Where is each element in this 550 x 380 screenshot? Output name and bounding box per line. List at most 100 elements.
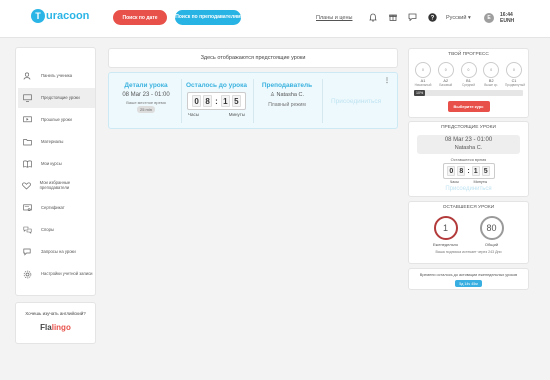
weekly-remaining: 1 Еженедельно [423, 216, 469, 247]
language-selector[interactable]: Русский ▾ [446, 15, 471, 21]
divider [253, 79, 254, 123]
divider [322, 79, 323, 123]
language-label: Русский [446, 15, 467, 21]
total-remaining: 80 Общий [469, 216, 515, 247]
sidebar-item-student-panel[interactable]: Панель ученика [18, 66, 95, 86]
progress-percent: 10% [416, 91, 424, 95]
user-icon [20, 72, 34, 80]
join-lesson-status[interactable]: Присоединиться [331, 98, 381, 105]
sidebar-item-label: Настройки учетной записи [41, 270, 93, 276]
flalingo-logo-part1: Fla [40, 323, 52, 332]
level-c1: 0 C1 Продвинутый [505, 62, 525, 87]
level-circle: 0 [506, 62, 522, 78]
sidebar: Панель ученика Предстоящие уроки Прошлые… [15, 47, 96, 296]
sidebar-item-disputes[interactable]: Споры [18, 220, 95, 240]
countdown-timer: 0 8 : 1 5 [187, 92, 246, 110]
upcoming-timer-units: Часы Минуты [443, 180, 495, 184]
chevron-down-icon: ▾ [467, 15, 471, 21]
level-name: Средний [462, 83, 475, 87]
timer-digit: 5 [481, 166, 490, 176]
svg-text:?: ? [430, 15, 434, 21]
level-circle: 0 [460, 62, 477, 78]
avatar[interactable]: E [484, 13, 494, 23]
level-name: Начальный [414, 83, 432, 87]
promo-question: Хочешь изучать английский? [25, 311, 86, 316]
person-icon: ♙ [270, 92, 275, 98]
book-icon [20, 160, 34, 168]
promo-card[interactable]: Хочешь изучать английский? Flalingo [15, 302, 96, 344]
teacher-name-row[interactable]: ♙ Natasha C. [255, 92, 319, 98]
level-b1: 0 B1 Средний [460, 62, 478, 87]
activation-text: Времени осталось до активации еженедельн… [419, 273, 518, 277]
sidebar-item-label: Сертификат [41, 204, 65, 210]
sidebar-item-certificate[interactable]: Сертификат [18, 198, 95, 218]
bell-icon[interactable] [368, 12, 378, 22]
logo[interactable]: T uracoon [31, 9, 89, 23]
chat-icon[interactable] [407, 12, 417, 22]
plans-link[interactable]: Планы и цены [316, 15, 352, 21]
subscription-note: Ваша подписка истекает через 243 Дни [435, 250, 502, 254]
sidebar-item-materials[interactable]: Материалы [18, 132, 95, 152]
upcoming-lessons-header: Здесь отображаются предстоящие уроки [108, 48, 398, 68]
level-circle: 0 [483, 62, 500, 78]
folder-icon [20, 138, 34, 146]
weekly-count: 1 [433, 216, 458, 240]
total-count: 80 [479, 216, 504, 240]
lesson-mode: Плавный режим [268, 102, 306, 108]
flalingo-logo-part2: lingo [51, 323, 71, 332]
lesson-details-title: Детали урока [124, 82, 168, 89]
weekly-label: Еженедельно [432, 242, 459, 247]
upcoming-join-status[interactable]: Присоединиться [409, 186, 528, 192]
sidebar-item-label: Споры [41, 226, 54, 232]
heart-icon [20, 182, 33, 190]
settings-icon [20, 270, 34, 279]
progress-title: ТВОЙ ПРОГРЕСС [448, 52, 489, 57]
sidebar-item-lesson-requests[interactable]: Запросы на уроки [18, 242, 95, 262]
request-icon [20, 248, 34, 256]
level-b2: 0 B2 Выше ср. [482, 62, 500, 87]
countdown-title: Осталось до урока [185, 82, 248, 89]
lesson-teacher: Преподаватель ♙ Natasha C. Плавный режим [255, 82, 319, 108]
timer-digit: 8 [203, 95, 213, 107]
search-by-teachers-button[interactable]: Поиск по преподавателям [175, 10, 241, 25]
logo-text: uracoon [46, 10, 90, 22]
history-icon [20, 116, 34, 124]
flalingo-logo: Flalingo [16, 323, 95, 332]
upcoming-date: 08 Mar 23 - 01:00 [444, 137, 493, 143]
upcoming-lesson-box[interactable]: 08 Mar 23 - 01:00 Natasha C. [417, 135, 520, 154]
logo-badge: T [31, 9, 45, 23]
gift-icon[interactable] [388, 12, 398, 22]
level-circle: 0 [415, 62, 431, 78]
sidebar-item-favorite-teachers[interactable]: Мои избранные преподаватели [18, 176, 95, 196]
sidebar-item-label: Панель ученика [41, 72, 73, 78]
sidebar-item-past-lessons[interactable]: Прошлые уроки [18, 110, 95, 130]
clock: 16:44 EUNH [500, 12, 514, 24]
upcoming-lessons-header-text: Здесь отображаются предстоящие уроки [200, 55, 306, 61]
dispute-icon [20, 226, 34, 234]
help-icon[interactable]: ? [427, 12, 437, 22]
sidebar-item-label: Материалы [41, 138, 64, 144]
more-options-icon[interactable]: ⋮ [384, 77, 390, 84]
timer-digit: 0 [192, 95, 202, 107]
progress-card: ТВОЙ ПРОГРЕСС 0 A1 Начальный 0 A2 Базовы… [408, 48, 529, 118]
sidebar-item-label: Предстоящие уроки [41, 94, 80, 100]
sidebar-item-account-settings[interactable]: Настройки учетной записи [18, 264, 95, 284]
total-label: Общий [484, 242, 499, 247]
progress-bar-fill: 10% [414, 90, 425, 96]
lesson-countdown: Осталось до урока 0 8 : 1 5 Часы Минуты [184, 82, 249, 117]
hours-label: Часы [449, 180, 460, 184]
level-row: 0 A1 Начальный 0 A2 Базовый 0 B1 Средний… [409, 62, 528, 87]
minutes-label: Минуты [473, 180, 488, 184]
level-a1: 0 A1 Начальный [414, 62, 432, 87]
sidebar-item-upcoming-lessons[interactable]: Предстоящие уроки [18, 88, 95, 108]
duration-badge: 25 min [136, 106, 155, 113]
remaining-row: 1 Еженедельно 80 Общий [409, 216, 528, 247]
lesson-details: Детали урока 08 Mar 23 - 01:00 Ваше мест… [115, 82, 177, 113]
timer-digit: 5 [231, 95, 241, 107]
choose-course-button[interactable]: Выберите курс [447, 101, 490, 112]
search-by-date-button[interactable]: Поиск по дате [113, 10, 167, 25]
timer-digit: 1 [471, 166, 480, 176]
level-name: Базовый [439, 83, 453, 87]
sidebar-item-my-courses[interactable]: Мои курсы [18, 154, 95, 174]
local-time-label: Ваше местное время [126, 100, 166, 105]
